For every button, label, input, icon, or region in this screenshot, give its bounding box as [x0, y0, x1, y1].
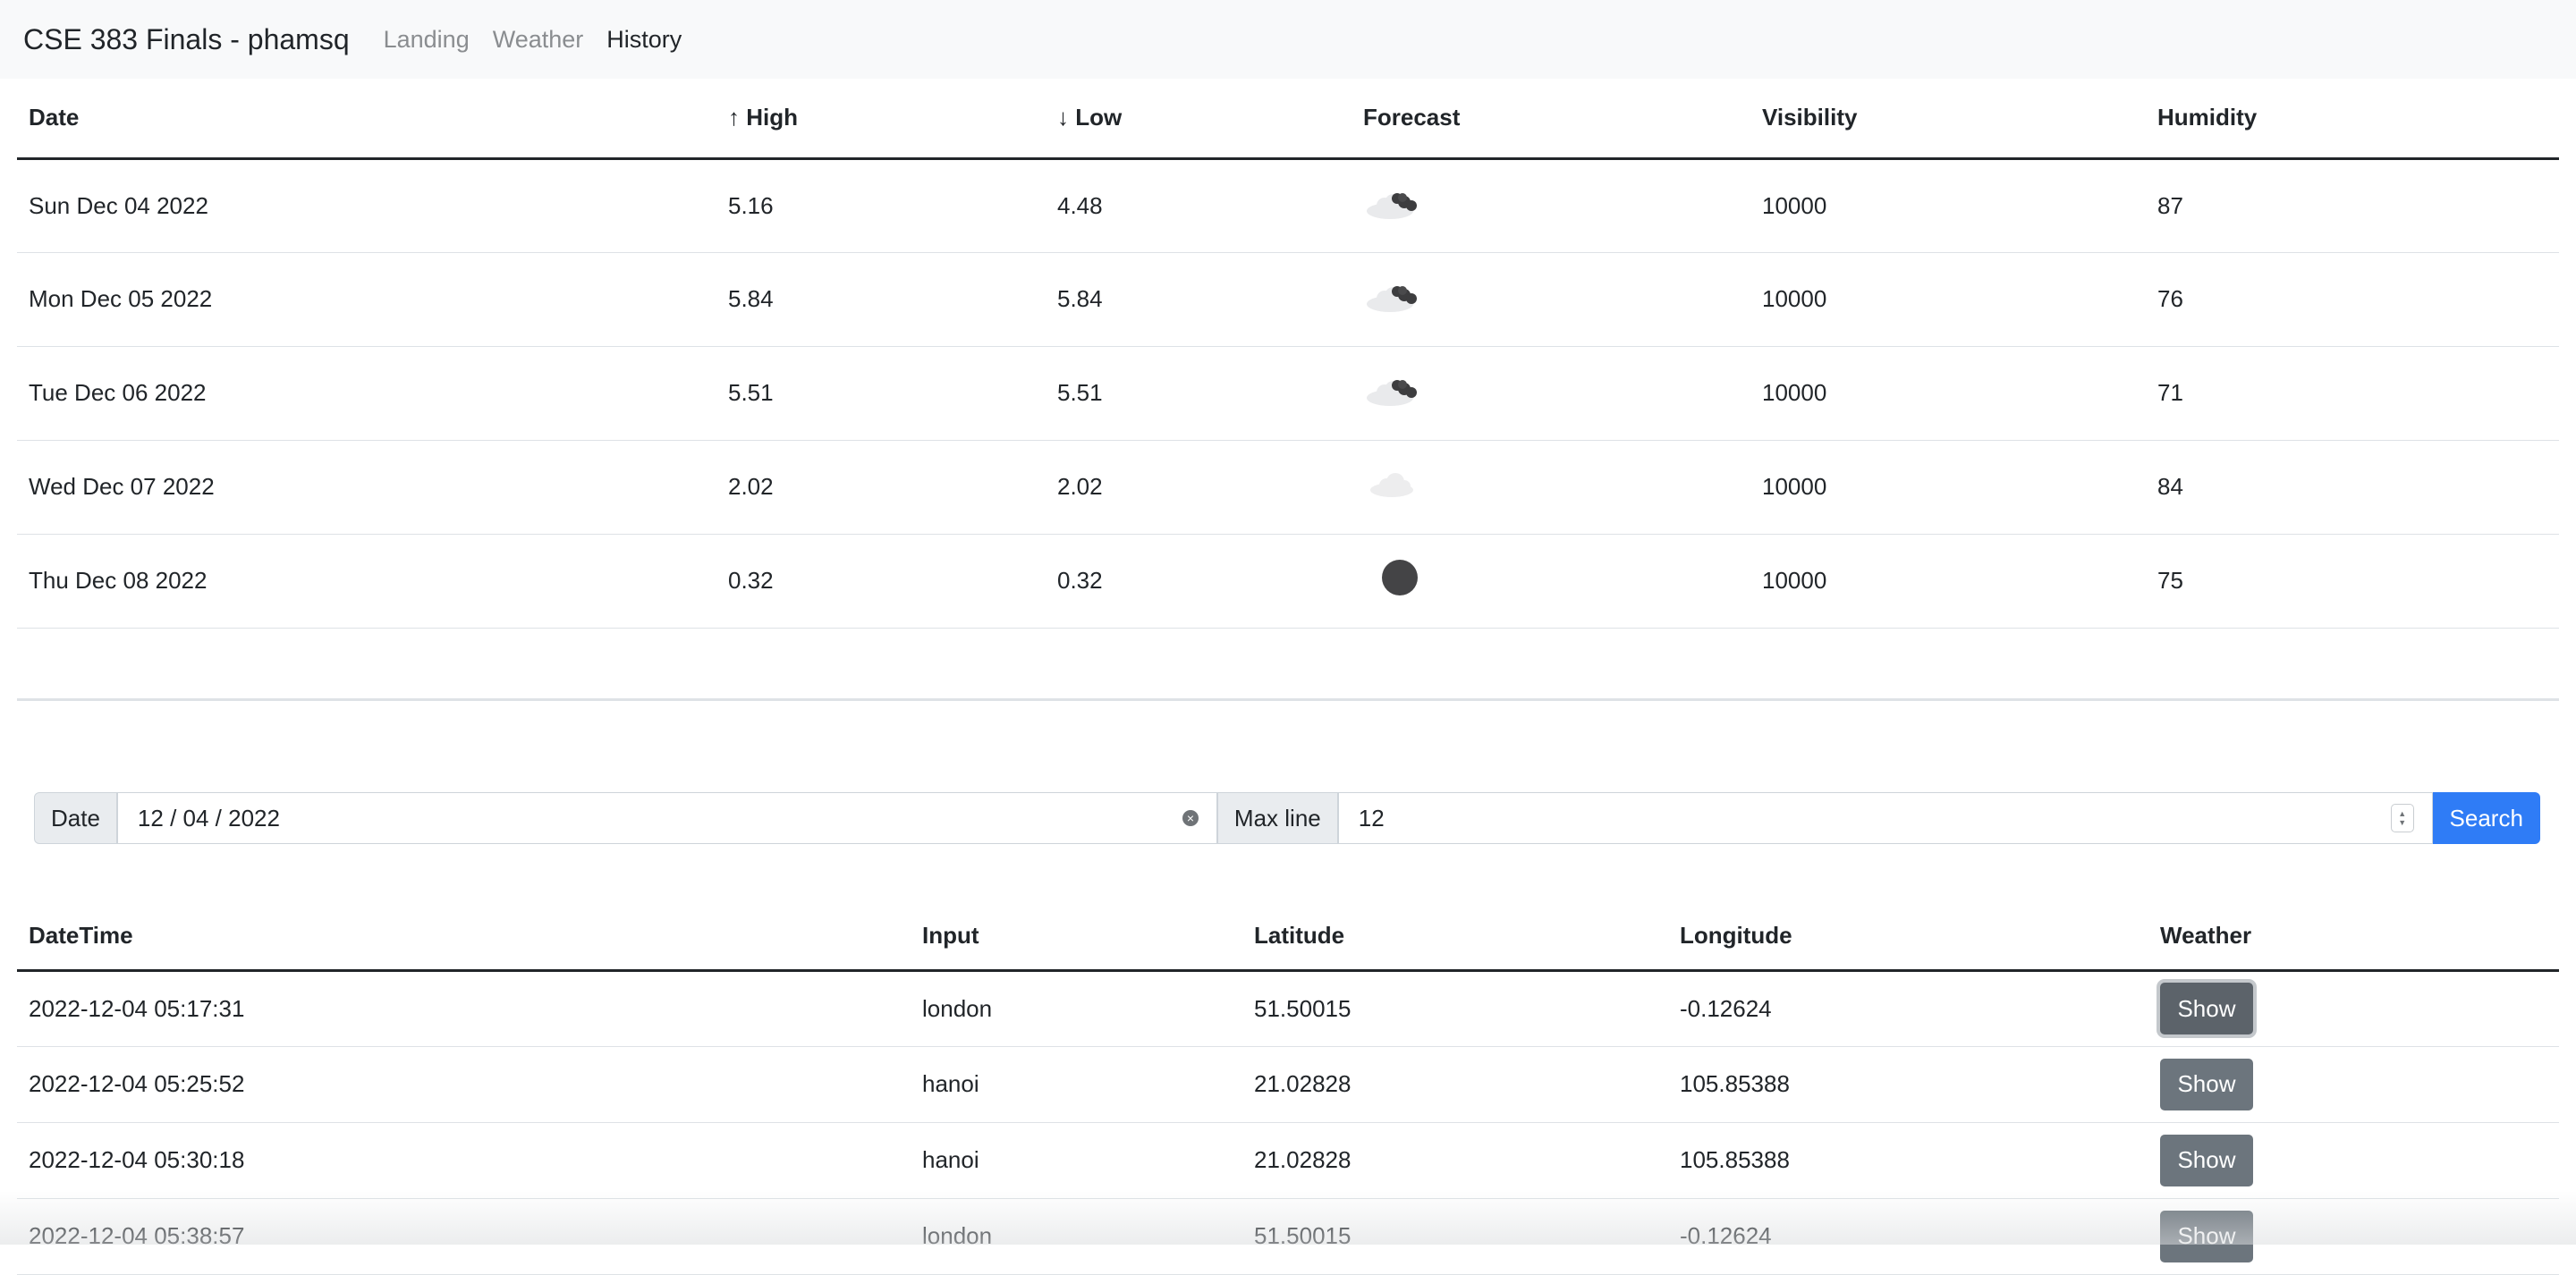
history-latitude: 21.02828	[1242, 1122, 1668, 1199]
forecast-visibility: 10000	[1750, 252, 2146, 347]
forecast-table: Date ↑ High ↓ Low Forecast Visibility Hu…	[17, 79, 2559, 629]
max-line-input[interactable]: 12 ▲ ▼	[1337, 792, 2433, 844]
forecast-high: 0.32	[716, 534, 1046, 629]
history-weather-cell: Show	[2148, 970, 2559, 1047]
forecast-humidity: 84	[2146, 440, 2559, 535]
forecast-low: 0.32	[1046, 534, 1352, 629]
history-datetime: 2022-12-04 05:30:18	[17, 1122, 911, 1199]
forecast-low: 2.02	[1046, 440, 1352, 535]
history-input: london	[911, 1198, 1242, 1275]
nav-link-weather[interactable]: Weather	[493, 26, 584, 54]
forecast-date: Tue Dec 06 2022	[17, 346, 716, 441]
forecast-header-row: Date ↑ High ↓ Low Forecast Visibility Hu…	[17, 79, 2559, 160]
header-humidity: Humidity	[2146, 79, 2559, 160]
history-longitude: 105.85388	[1668, 1122, 2148, 1199]
header-date: Date	[17, 79, 716, 160]
forecast-low: 5.84	[1046, 252, 1352, 347]
forecast-humidity: 71	[2146, 346, 2559, 441]
max-line-input-value: 12	[1358, 804, 1385, 832]
history-datetime: 2022-12-04 05:25:52	[17, 1046, 911, 1123]
header-input: Input	[911, 903, 1242, 972]
forecast-visibility: 10000	[1750, 158, 2146, 253]
forecast-row: Tue Dec 06 2022 5.51 5.51 10000 71	[17, 346, 2559, 441]
history-datetime: 2022-12-04 05:17:31	[17, 970, 911, 1047]
forecast-high: 5.51	[716, 346, 1046, 441]
history-input: hanoi	[911, 1046, 1242, 1123]
history-longitude: -0.12624	[1668, 970, 2148, 1047]
history-row: 2022-12-04 05:38:57 london 51.50015 -0.1…	[17, 1198, 2559, 1275]
broken-clouds-icon	[1367, 192, 1417, 219]
forecast-high: 5.16	[716, 158, 1046, 253]
date-label: Date	[34, 792, 117, 844]
history-longitude: -0.12624	[1668, 1198, 2148, 1275]
forecast-date: Wed Dec 07 2022	[17, 440, 716, 535]
forecast-humidity: 87	[2146, 158, 2559, 253]
header-forecast: Forecast	[1352, 79, 1750, 160]
date-input[interactable]: 12 / 04 / 2022 ×	[116, 792, 1217, 844]
forecast-row: Sun Dec 04 2022 5.16 4.48 10000 87	[17, 158, 2559, 253]
forecast-date: Thu Dec 08 2022	[17, 534, 716, 629]
forecast-row: Thu Dec 08 2022 0.32 0.32 10000 75	[17, 534, 2559, 629]
header-high: ↑ High	[716, 79, 1046, 160]
history-weather-cell: Show	[2148, 1198, 2559, 1275]
history-longitude: 105.85388	[1668, 1046, 2148, 1123]
show-weather-button[interactable]: Show	[2160, 1134, 2253, 1186]
header-longitude: Longitude	[1668, 903, 2148, 972]
show-weather-button[interactable]: Show	[2160, 1210, 2253, 1262]
broken-clouds-icon	[1367, 286, 1417, 312]
forecast-humidity: 76	[2146, 252, 2559, 347]
history-weather-cell: Show	[2148, 1122, 2559, 1199]
history-row: 2022-12-04 05:17:31 london 51.50015 -0.1…	[17, 970, 2559, 1047]
forecast-date: Mon Dec 05 2022	[17, 252, 716, 347]
navbar-brand[interactable]: CSE 383 Finals - phamsq	[23, 23, 350, 56]
history-latitude: 51.50015	[1242, 1198, 1668, 1275]
forecast-high: 2.02	[716, 440, 1046, 535]
history-input: london	[911, 970, 1242, 1047]
forecast-row: Mon Dec 05 2022 5.84 5.84 10000 76	[17, 252, 2559, 347]
history-table: DateTime Input Latitude Longitude Weathe…	[17, 903, 2559, 1275]
forecast-icon-cell	[1352, 440, 1750, 535]
forecast-date: Sun Dec 04 2022	[17, 158, 716, 253]
cloud-icon	[1370, 473, 1413, 497]
clear-sky-icon	[1382, 560, 1418, 595]
history-header-row: DateTime Input Latitude Longitude Weathe…	[17, 903, 2559, 972]
forecast-row: Wed Dec 07 2022 2.02 2.02 10000 84	[17, 440, 2559, 535]
history-latitude: 21.02828	[1242, 1046, 1668, 1123]
forecast-low: 5.51	[1046, 346, 1352, 441]
show-weather-button[interactable]: Show	[2160, 983, 2253, 1034]
header-latitude: Latitude	[1242, 903, 1668, 972]
history-search-form: Date 12 / 04 / 2022 × Max line 12 ▲ ▼ Sea…	[34, 792, 2542, 844]
history-row: 2022-12-04 05:30:18 hanoi 21.02828 105.8…	[17, 1122, 2559, 1199]
forecast-icon-cell	[1352, 252, 1750, 347]
clear-icon[interactable]: ×	[1182, 810, 1199, 826]
header-visibility: Visibility	[1750, 79, 2146, 160]
navbar: CSE 383 Finals - phamsq Landing Weather …	[0, 0, 2576, 79]
forecast-icon-cell	[1352, 534, 1750, 629]
forecast-visibility: 10000	[1750, 346, 2146, 441]
max-line-label: Max line	[1216, 792, 1338, 844]
stepper-icon[interactable]: ▲ ▼	[2390, 804, 2414, 832]
history-latitude: 51.50015	[1242, 970, 1668, 1047]
date-input-value: 12 / 04 / 2022	[137, 804, 280, 832]
section-divider	[17, 698, 2559, 701]
show-weather-button[interactable]: Show	[2160, 1058, 2253, 1110]
forecast-visibility: 10000	[1750, 440, 2146, 535]
header-low: ↓ Low	[1046, 79, 1352, 160]
forecast-humidity: 75	[2146, 534, 2559, 629]
history-input: hanoi	[911, 1122, 1242, 1199]
forecast-low: 4.48	[1046, 158, 1352, 253]
forecast-icon-cell	[1352, 346, 1750, 441]
forecast-icon-cell	[1352, 158, 1750, 253]
history-datetime: 2022-12-04 05:38:57	[17, 1198, 911, 1275]
nav-link-landing[interactable]: Landing	[384, 26, 470, 54]
forecast-high: 5.84	[716, 252, 1046, 347]
history-weather-cell: Show	[2148, 1046, 2559, 1123]
history-row: 2022-12-04 05:25:52 hanoi 21.02828 105.8…	[17, 1046, 2559, 1123]
header-weather: Weather	[2148, 903, 2559, 972]
forecast-visibility: 10000	[1750, 534, 2146, 629]
broken-clouds-icon	[1367, 380, 1417, 406]
search-button[interactable]: Search	[2432, 792, 2540, 844]
header-datetime: DateTime	[17, 903, 911, 972]
nav-link-history[interactable]: History	[606, 26, 682, 54]
